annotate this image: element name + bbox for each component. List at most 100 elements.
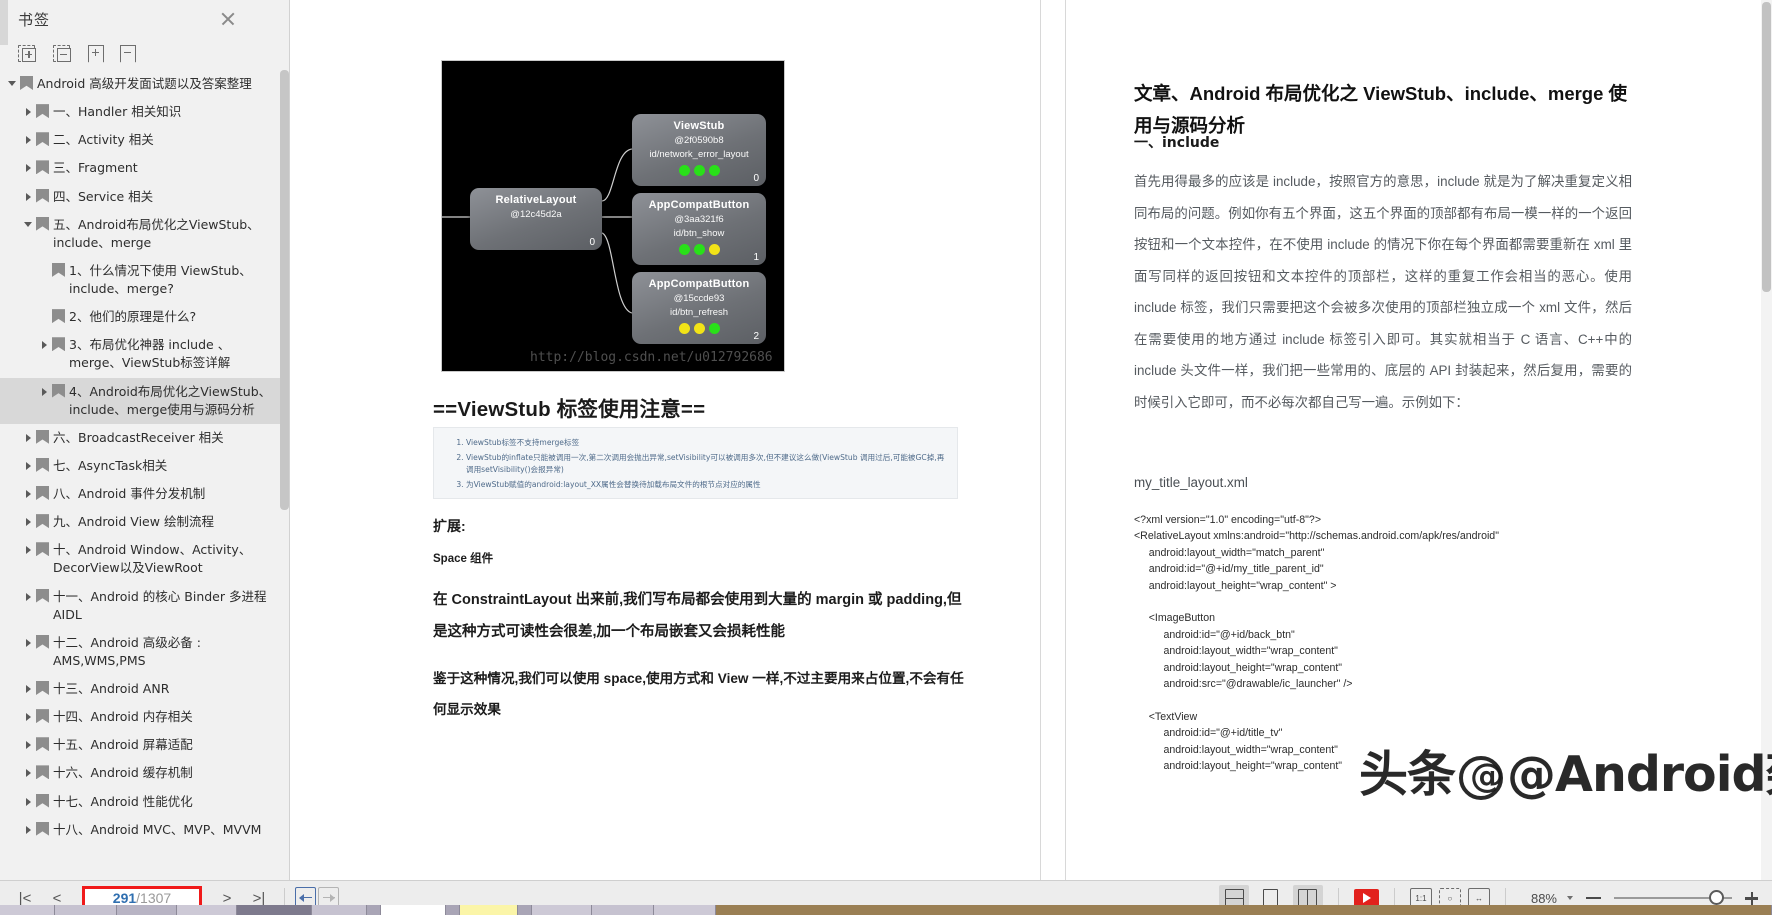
zoom-slider[interactable] bbox=[1614, 890, 1732, 905]
chevron-right-icon[interactable] bbox=[22, 486, 36, 502]
node-status-dots bbox=[632, 244, 766, 255]
bookmark-icon bbox=[36, 634, 49, 649]
chevron-right-icon[interactable] bbox=[22, 794, 36, 810]
bookmark-item[interactable]: 五、Android布局优化之ViewStub、include、merge bbox=[0, 211, 289, 257]
chevron-right-icon[interactable] bbox=[22, 542, 36, 558]
bookmark-item[interactable]: 十三、Android ANR bbox=[0, 675, 289, 703]
zoom-level-label[interactable]: 88% bbox=[1531, 891, 1557, 906]
close-icon[interactable] bbox=[219, 10, 237, 28]
chevron-right-icon[interactable] bbox=[38, 384, 52, 400]
sidebar-scrollbar-thumb[interactable] bbox=[280, 70, 289, 510]
bookmark-item[interactable]: 十、Android Window、Activity、DecorView以及Vie… bbox=[0, 536, 289, 582]
chevron-right-icon[interactable] bbox=[22, 132, 36, 148]
bookmark-icon bbox=[36, 793, 49, 808]
expand-all-icon[interactable] bbox=[18, 44, 36, 62]
chevron-right-icon[interactable] bbox=[22, 765, 36, 781]
bookmark-item[interactable]: 十二、Android 高级必备 : AMS,WMS,PMS bbox=[0, 629, 289, 675]
bookmark-item[interactable]: 十五、Android 屏幕适配 bbox=[0, 731, 289, 759]
bookmark-item[interactable]: 十六、Android 缓存机制 bbox=[0, 759, 289, 787]
node-name: AppCompatButton bbox=[648, 199, 750, 211]
bookmark-icon bbox=[36, 457, 49, 472]
bookmark-icon bbox=[36, 132, 49, 147]
chevron-right-icon[interactable] bbox=[22, 709, 36, 725]
diagram-node-appcompatbutton-refresh[interactable]: AppCompatButton @15ccde93 id/btn_refresh… bbox=[632, 272, 766, 344]
note-item: ViewStub的inflate只能被调用一次,第二次调用会抛出异常,setVi… bbox=[466, 452, 945, 477]
bookmark-tree[interactable]: Android 高级开发面试题以及答案整理 一、Handler 相关知识二、Act… bbox=[0, 70, 289, 880]
bookmark-icon bbox=[36, 160, 49, 175]
node-address: @2f0590b8 bbox=[674, 135, 724, 146]
bookmark-icon bbox=[36, 588, 49, 603]
chevron-down-icon[interactable] bbox=[1567, 896, 1573, 900]
chevron-right-icon[interactable] bbox=[38, 337, 52, 353]
diagram-node-appcompatbutton-show[interactable]: AppCompatButton @3aa321f6 id/btn_show 1 bbox=[632, 193, 766, 265]
bookmark-item[interactable]: 1、什么情况下使用 ViewStub、include、merge? bbox=[0, 257, 289, 303]
section-heading: ==ViewStub 标签使用注意== bbox=[433, 398, 706, 421]
chevron-down-icon[interactable] bbox=[6, 76, 20, 92]
bookmark-item[interactable]: 四、Service 相关 bbox=[0, 183, 289, 211]
node-name: ViewStub bbox=[673, 120, 725, 132]
bookmark-icon bbox=[20, 76, 33, 90]
code-block: <?xml version="1.0" encoding="utf-8"?> <… bbox=[1134, 514, 1499, 773]
sidebar-scrollbar[interactable] bbox=[280, 70, 289, 880]
chevron-right-icon[interactable] bbox=[22, 104, 36, 120]
bookmark-item-label: 2、他们的原理是什么? bbox=[69, 309, 197, 325]
chevron-right-icon[interactable] bbox=[22, 430, 36, 446]
paragraph-constraintlayout: 在 ConstraintLayout 出来前,我们写布局都会使用到大量的 mar… bbox=[433, 592, 962, 640]
bookmark-item[interactable]: 2、他们的原理是什么? bbox=[0, 303, 289, 331]
bookmark-item[interactable]: 十七、Android 性能优化 bbox=[0, 788, 289, 816]
bookmark-item-label: 十五、Android 屏幕适配 bbox=[53, 737, 193, 753]
chevron-right-icon[interactable] bbox=[22, 458, 36, 474]
bookmark-item[interactable]: 三、Fragment bbox=[0, 154, 289, 182]
zoom-slider-knob[interactable] bbox=[1709, 890, 1724, 905]
bookmark-item[interactable]: 十八、Android MVC、MVP、MVVM bbox=[0, 816, 289, 844]
chevron-right-icon[interactable] bbox=[22, 822, 36, 838]
viewer-scrollbar[interactable] bbox=[1761, 0, 1772, 880]
chevron-right-icon[interactable] bbox=[22, 589, 36, 605]
bookmark-item[interactable]: Android 高级开发面试题以及答案整理 bbox=[0, 70, 289, 98]
bookmark-item-label: 十七、Android 性能优化 bbox=[53, 793, 193, 809]
diagram-node-viewstub[interactable]: ViewStub @2f0590b8 id/network_error_layo… bbox=[632, 114, 766, 186]
zoom-in-icon[interactable] bbox=[1745, 891, 1758, 905]
node-address: @15ccde93 bbox=[673, 293, 725, 304]
bookmark-item[interactable]: 七、AsyncTask相关 bbox=[0, 452, 289, 480]
bookmark-item[interactable]: 4、Android布局优化之ViewStub、include、merge使用与源… bbox=[0, 377, 289, 424]
bookmark-item[interactable]: 八、Android 事件分发机制 bbox=[0, 480, 289, 508]
chevron-right-icon[interactable] bbox=[22, 737, 36, 753]
node-name: RelativeLayout bbox=[495, 194, 577, 206]
bookmark-icon bbox=[36, 216, 49, 231]
bookmark-item[interactable]: 3、布局优化神器 include 、merge、ViewStub标签详解 bbox=[0, 331, 289, 377]
chevron-right-icon[interactable] bbox=[22, 681, 36, 697]
bookmark-item[interactable]: 十四、Android 内存相关 bbox=[0, 703, 289, 731]
chevron-right-icon[interactable] bbox=[22, 514, 36, 530]
chevron-right-icon[interactable] bbox=[22, 189, 36, 205]
bookmark-icon bbox=[36, 486, 49, 500]
node-address: @3aa321f6 bbox=[674, 214, 724, 225]
bookmarks-sidebar: 书签 Android 高级开发面试题以及答案整理 一、Handler 相关知识二、… bbox=[0, 0, 290, 880]
chevron-right-icon[interactable] bbox=[22, 160, 36, 176]
diagram-node-relativelayout[interactable]: RelativeLayout @12c45d2a 0 bbox=[470, 188, 602, 250]
remove-bookmark-icon[interactable] bbox=[120, 45, 134, 62]
zoom-out-icon[interactable] bbox=[1586, 896, 1601, 900]
note-item: 为ViewStub赋值的android:layout_XX属性会替换待加载布局文… bbox=[466, 479, 945, 492]
bookmark-item[interactable]: 六、BroadcastReceiver 相关 bbox=[0, 424, 289, 452]
add-bookmark-icon[interactable] bbox=[88, 45, 102, 62]
bookmark-icon bbox=[36, 737, 49, 752]
bookmark-item[interactable]: 十一、Android 的核心 Binder 多进程 AIDL bbox=[0, 583, 289, 629]
chevron-down-icon[interactable] bbox=[22, 217, 36, 233]
bookmark-icon bbox=[36, 514, 49, 529]
bookmark-item[interactable]: 九、Android View 绘制流程 bbox=[0, 508, 289, 536]
viewer-scrollbar-thumb[interactable] bbox=[1762, 2, 1771, 292]
collapse-all-icon[interactable] bbox=[53, 44, 71, 62]
note-item: ViewStub标签不支持merge标签 bbox=[466, 437, 945, 450]
bookmark-icon bbox=[52, 337, 65, 352]
bookmark-item[interactable]: 二、Activity 相关 bbox=[0, 126, 289, 154]
page-divider bbox=[1040, 0, 1041, 880]
sidebar-header: 书签 bbox=[0, 0, 289, 38]
bookmark-item[interactable]: 一、Handler 相关知识 bbox=[0, 98, 289, 126]
node-id: id/btn_show bbox=[673, 228, 725, 239]
bookmark-icon bbox=[36, 104, 49, 119]
bookmark-item-label: 二、Activity 相关 bbox=[53, 132, 154, 148]
bookmark-item-label: 十八、Android MVC、MVP、MVVM bbox=[53, 821, 262, 837]
chevron-right-icon[interactable] bbox=[22, 635, 36, 651]
